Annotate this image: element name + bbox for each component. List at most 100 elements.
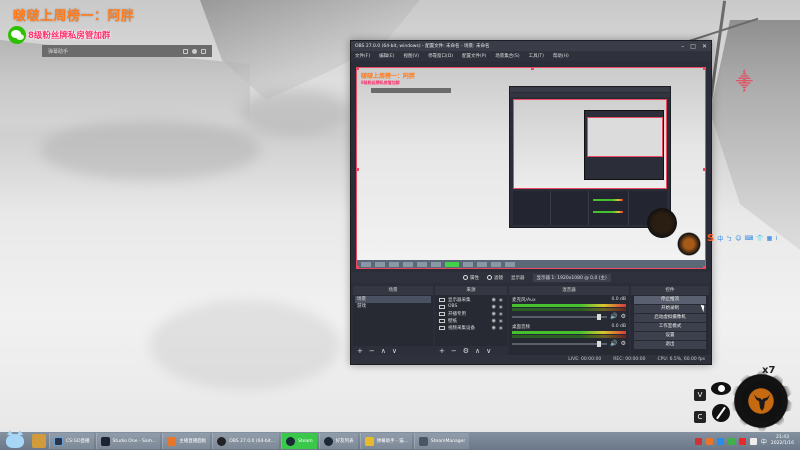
menu-docks[interactable]: 停靠窗口(D)	[428, 53, 453, 59]
exit-button[interactable]: 退出	[634, 341, 706, 349]
resize-handle[interactable]	[357, 168, 359, 171]
danmaku-input-bar[interactable]: 弹幕助手	[42, 45, 212, 57]
source-item[interactable]: 显示器采集 ◉ ▣	[437, 296, 505, 303]
ime-keyboard[interactable]: ⌨	[745, 235, 754, 242]
eye-icon[interactable]: ◉	[492, 297, 496, 303]
lock-icon[interactable]: ▣	[499, 325, 505, 330]
remove-source-button[interactable]: −	[451, 347, 457, 355]
volume-icon[interactable]	[749, 437, 757, 445]
stop-streaming-button[interactable]: 停止推流	[634, 296, 706, 304]
taskbar-item-active[interactable]: Steam	[281, 433, 317, 449]
volume-slider[interactable]	[512, 340, 608, 347]
taskbar-item[interactable]: 主播直播面板	[162, 433, 211, 449]
lock-icon[interactable]: ▣	[499, 311, 505, 316]
menu-view[interactable]: 视图(V)	[403, 53, 419, 59]
app-icon	[54, 436, 63, 446]
tray-icon[interactable]	[727, 437, 735, 445]
source-item[interactable]: OBS ◉ ▣	[437, 303, 505, 310]
resize-handle[interactable]	[531, 68, 534, 70]
ime-more[interactable]: ⁞	[775, 235, 777, 242]
tray-icon[interactable]	[705, 437, 713, 445]
source-item[interactable]: 开播专用 ◉ ▣	[437, 310, 505, 317]
ime-emoji[interactable]: ☺	[735, 235, 741, 242]
lock-icon[interactable]: ▣	[499, 297, 505, 302]
start-button[interactable]	[0, 430, 30, 450]
resize-handle[interactable]	[703, 266, 705, 268]
volume-slider[interactable]	[512, 313, 608, 320]
sogou-logo[interactable]: S	[707, 233, 714, 244]
source-item[interactable]: 视频采集设备 ◉ ▣	[437, 324, 505, 331]
close-button[interactable]: ✕	[702, 43, 707, 50]
taskbar-item[interactable]: 好友列表	[318, 433, 358, 449]
source-item[interactable]: 壁纸 ◉ ▣	[437, 317, 505, 324]
danmaku-tools	[183, 48, 206, 54]
eye-icon[interactable]: ◉	[492, 311, 496, 317]
move-up-button[interactable]: ∧	[475, 347, 480, 355]
gear-icon[interactable]: ⚙	[621, 313, 626, 320]
ime-lang[interactable]: 中	[717, 234, 723, 243]
menu-profile[interactable]: 配置文件(P)	[462, 53, 486, 59]
properties-button[interactable]: 属性	[463, 275, 479, 281]
taskbar-item[interactable]: SteamManager	[413, 433, 470, 449]
settings-icon[interactable]	[192, 48, 197, 54]
move-down-button[interactable]: ∨	[486, 347, 491, 355]
lock-icon[interactable]	[183, 48, 188, 54]
slider-handle[interactable]	[597, 313, 602, 320]
file-explorer-icon[interactable]	[32, 434, 46, 448]
resize-handle[interactable]	[357, 68, 359, 70]
tray-icon[interactable]	[738, 437, 746, 445]
start-recording-button[interactable]: 开始录制	[634, 305, 706, 313]
studio-mode-button[interactable]: 工作室模式	[634, 323, 706, 331]
slider-handle[interactable]	[597, 340, 602, 347]
gear-icon	[463, 275, 468, 280]
menu-tools[interactable]: 工具(T)	[529, 53, 544, 59]
preview-nested-obs	[509, 86, 671, 228]
minimize-button[interactable]: –	[681, 43, 684, 50]
tray-icon[interactable]	[694, 437, 702, 445]
speaker-icon[interactable]: 🔊	[610, 340, 617, 347]
menu-scene-collection[interactable]: 场景集合(S)	[495, 53, 519, 59]
virtual-camera-button[interactable]: 启动虚拟摄像机	[634, 314, 706, 322]
input-language[interactable]: 中	[761, 437, 767, 446]
obs-preview[interactable]: 啵啵上周榜一：阿胖 8级粉丝牌私房管加群	[356, 67, 706, 269]
obs-titlebar[interactable]: OBS 27.0.0 (64-bit, windows) - 配置文件: 未命名…	[351, 41, 711, 51]
close-icon[interactable]	[201, 48, 206, 54]
resize-handle[interactable]	[703, 168, 705, 171]
eye-icon[interactable]: ◉	[492, 318, 496, 324]
ime-grid[interactable]: ▦	[767, 235, 773, 242]
lock-icon[interactable]: ▣	[499, 318, 505, 323]
taskbar-item[interactable]: CS:GO直播	[49, 433, 94, 449]
maximize-button[interactable]: □	[690, 43, 696, 50]
lock-icon[interactable]: ▣	[499, 304, 505, 309]
add-scene-button[interactable]: +	[357, 347, 363, 355]
c-key-button[interactable]: C	[694, 411, 706, 423]
menu-edit[interactable]: 编辑(E)	[379, 53, 394, 59]
taskbar-item[interactable]: Studio One - Sam...	[95, 433, 161, 449]
source-settings-button[interactable]: ⚙	[463, 347, 469, 355]
menu-file[interactable]: 文件(F)	[355, 53, 370, 59]
tray-icon[interactable]	[716, 437, 724, 445]
scene-item[interactable]: 场景	[355, 296, 431, 303]
resize-handle[interactable]	[357, 266, 359, 268]
resize-handle[interactable]	[703, 68, 705, 70]
menu-help[interactable]: 帮助(H)	[553, 53, 569, 59]
taskbar-item[interactable]: 弹幕助手 - 猫...	[359, 433, 412, 449]
taskbar-item[interactable]: OBS 27.0.0 (64-bit...	[212, 433, 280, 449]
v-key-button[interactable]: V	[694, 389, 706, 401]
move-down-button[interactable]: ∨	[392, 347, 397, 355]
ime-toolbar[interactable]: S 中 ㄅ ☺ ⌨ 👕 ▦ ⁞	[707, 233, 777, 244]
filters-button[interactable]: 滤镜	[487, 275, 503, 281]
eye-icon[interactable]: ◉	[492, 304, 496, 310]
eye-icon[interactable]: ◉	[492, 325, 496, 331]
clock[interactable]: 21:43 2022/1/16	[771, 435, 794, 447]
scene-item[interactable]: 游戏	[355, 303, 431, 310]
add-source-button[interactable]: +	[439, 347, 445, 355]
display-select[interactable]: 显示器 1: 1920x1080 @ 0,0 (主)	[532, 273, 611, 282]
move-up-button[interactable]: ∧	[381, 347, 386, 355]
settings-button[interactable]: 设置	[634, 332, 706, 340]
ime-punct[interactable]: ㄅ	[726, 234, 732, 243]
gear-icon[interactable]: ⚙	[621, 340, 626, 347]
speaker-icon[interactable]: 🔊	[610, 313, 617, 320]
remove-scene-button[interactable]: −	[369, 347, 375, 355]
ime-skin[interactable]: 👕	[756, 235, 763, 242]
